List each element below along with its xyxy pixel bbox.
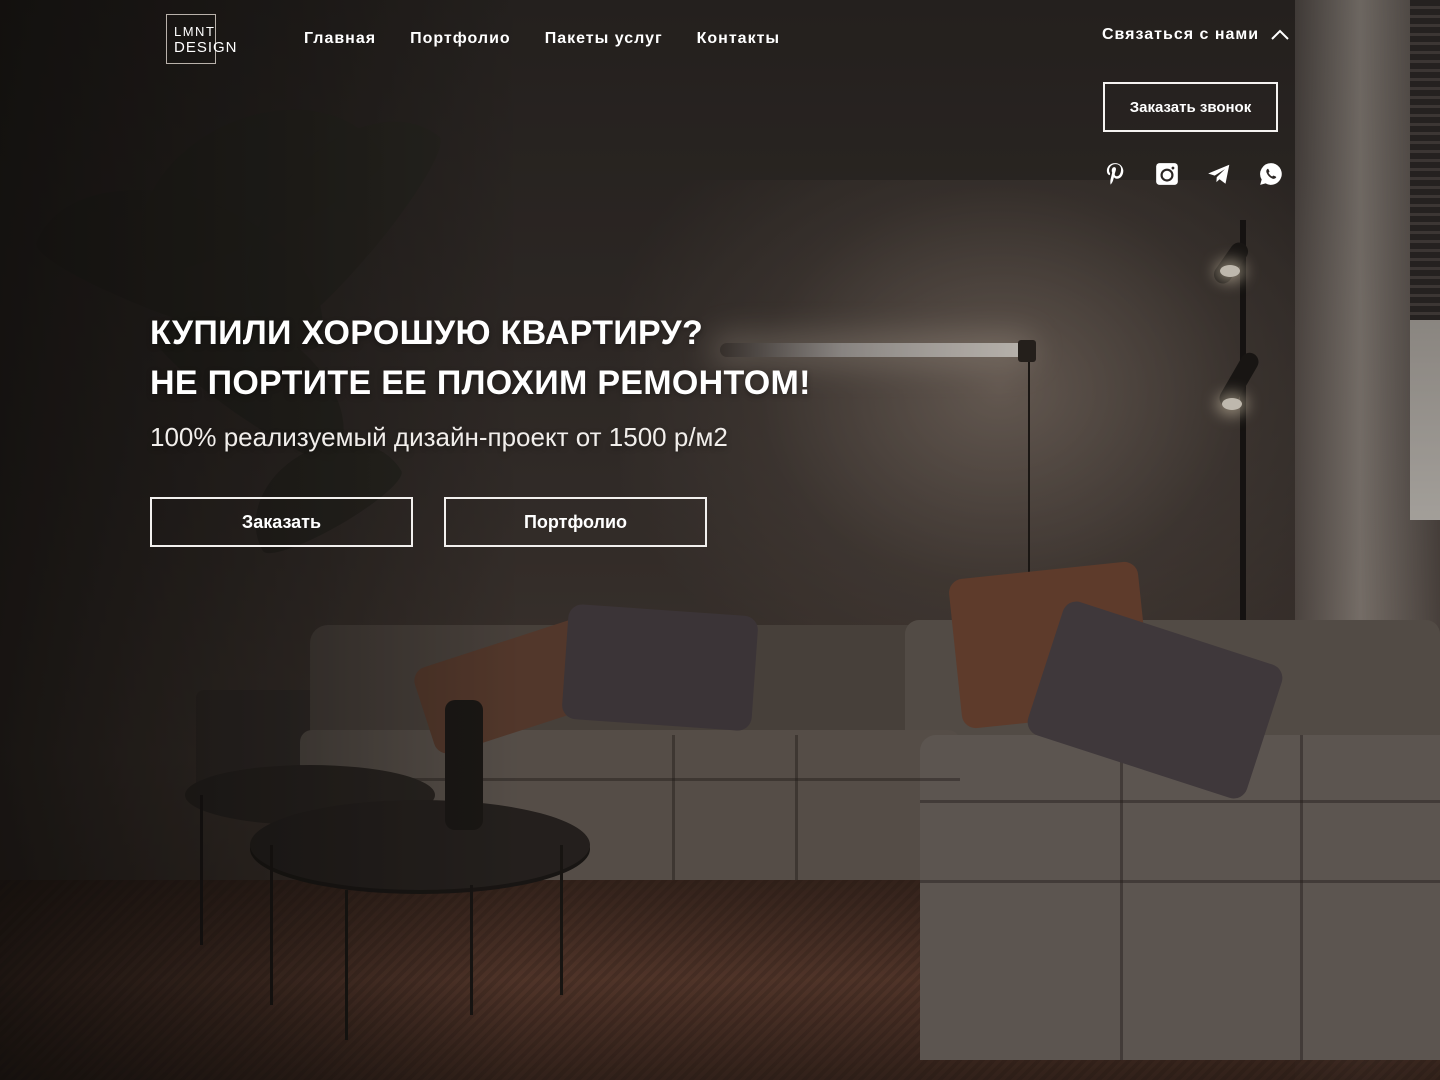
hero-section: LMNT DESIGN Главная Портфолио Пакеты усл… — [0, 0, 1440, 1080]
order-button[interactable]: Заказать — [150, 497, 413, 547]
contact-us-toggle[interactable]: Связаться с нами — [1102, 26, 1289, 44]
portfolio-button[interactable]: Портфолио — [444, 497, 707, 547]
logo[interactable]: LMNT DESIGN — [166, 14, 246, 66]
contact-us-label: Связаться с нами — [1102, 26, 1260, 43]
instagram-icon[interactable] — [1153, 159, 1181, 189]
request-call-button[interactable]: Заказать звонок — [1103, 82, 1278, 132]
pinterest-icon[interactable] — [1101, 159, 1129, 189]
whatsapp-icon[interactable] — [1257, 159, 1285, 189]
nav-item-contacts[interactable]: Контакты — [697, 30, 780, 48]
nav-item-home[interactable]: Главная — [304, 30, 376, 48]
hero-headline-line-1: КУПИЛИ ХОРОШУЮ КВАРТИРУ? — [150, 314, 704, 352]
main-nav: Главная Портфолио Пакеты услуг Контакты — [304, 30, 780, 48]
logo-line-1: LMNT — [174, 24, 216, 39]
hero-headline: КУПИЛИ ХОРОШУЮ КВАРТИРУ? НЕ ПОРТИТЕ ЕЕ П… — [150, 308, 811, 408]
logo-line-2: DESIGN — [174, 39, 238, 56]
nav-item-packages[interactable]: Пакеты услуг — [545, 30, 663, 48]
hero-subheadline: 100% реализуемый дизайн-проект от 1500 р… — [150, 422, 728, 452]
hero-headline-line-2: НЕ ПОРТИТЕ ЕЕ ПЛОХИМ РЕМОНТОМ! — [150, 364, 811, 402]
chevron-up-icon — [1271, 29, 1289, 41]
telegram-icon[interactable] — [1205, 159, 1233, 189]
social-links — [1101, 159, 1285, 189]
nav-item-portfolio[interactable]: Портфолио — [410, 30, 511, 48]
